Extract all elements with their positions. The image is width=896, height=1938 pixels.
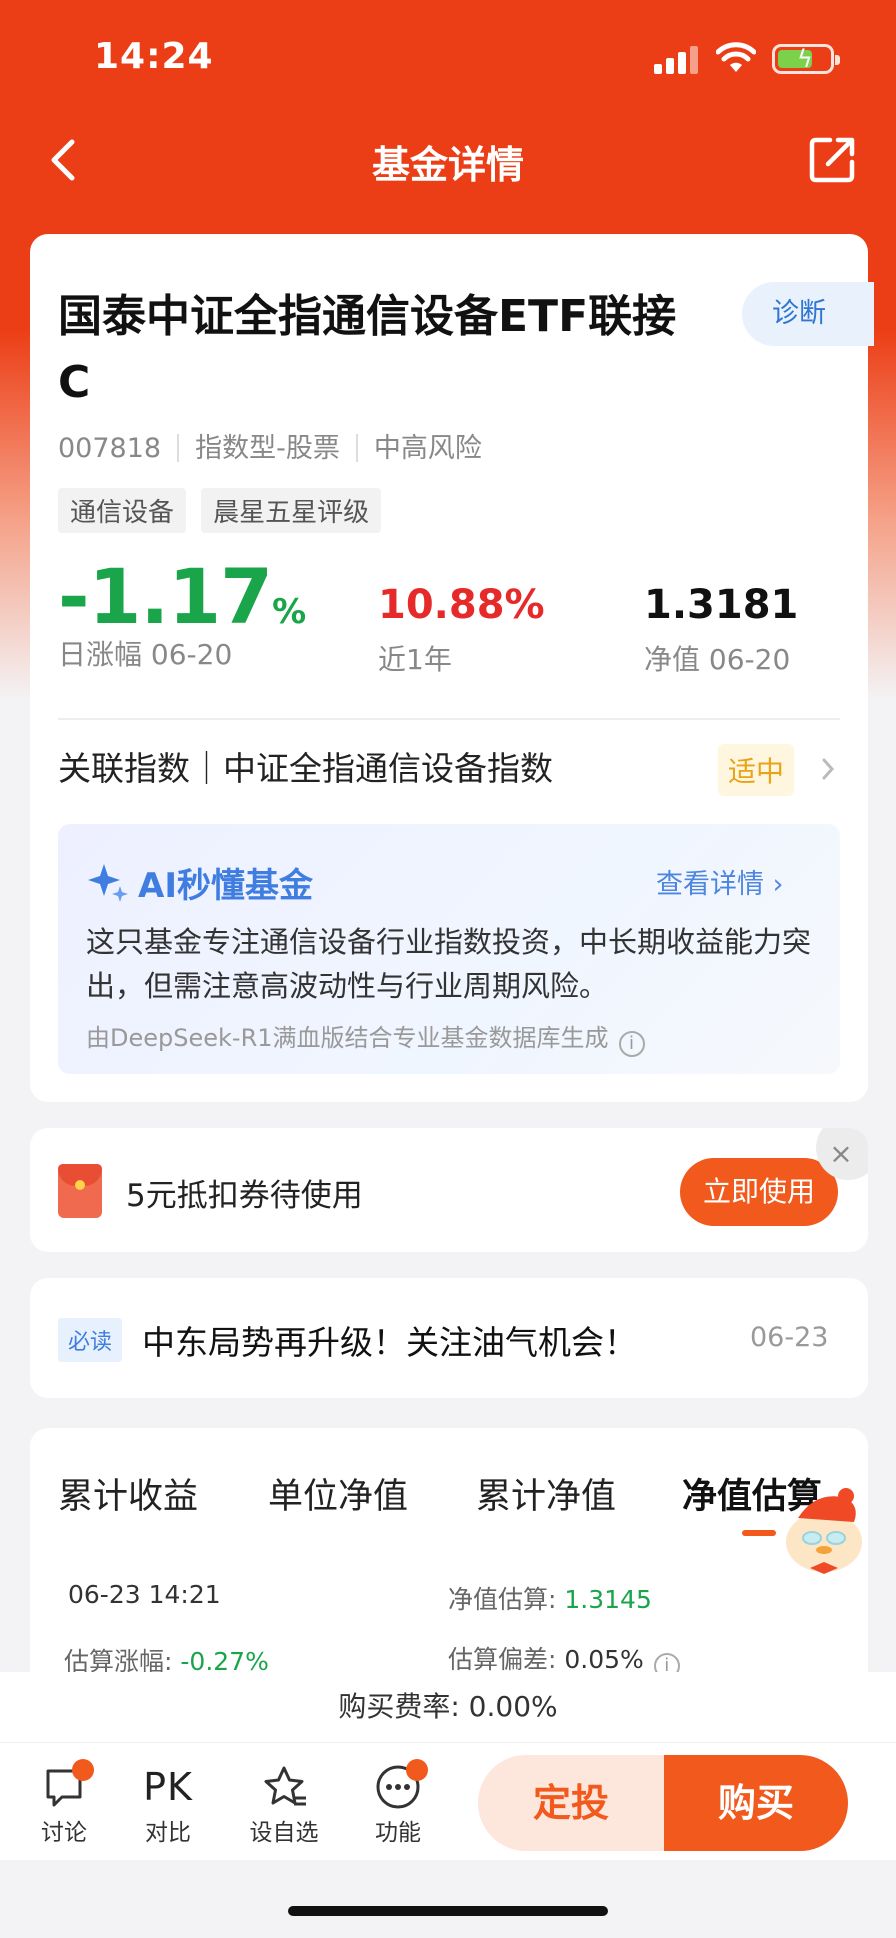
nav-label: 净值 06-20 — [644, 643, 791, 676]
must-read-badge: 必读 — [58, 1318, 123, 1362]
nav-value: 1.3181 — [644, 582, 799, 628]
chevron-right-icon[interactable] — [816, 754, 840, 784]
coupon-text: 5元抵扣券待使用 — [126, 1178, 363, 1214]
year-return-value: 10.88% — [378, 582, 545, 628]
index-valuation-badge: 适中 — [718, 744, 795, 796]
info-icon[interactable]: i — [618, 1031, 645, 1057]
tag-industry[interactable]: 通信设备 — [58, 488, 187, 533]
status-time: 14:24 — [94, 36, 214, 77]
add-watchlist-button[interactable]: 设自选 — [244, 1761, 324, 1847]
compare-button[interactable]: PK 对比 — [128, 1761, 208, 1847]
battery-icon: ϟ — [772, 44, 840, 74]
diagnose-button[interactable]: 诊断 — [742, 282, 874, 346]
mascot-assistant-icon[interactable] — [776, 1476, 874, 1586]
fund-type: 指数型-股票 — [195, 433, 340, 464]
daily-change-stat: -1.17% 日涨幅 06-20 — [58, 552, 306, 673]
red-envelope-icon — [58, 1164, 102, 1218]
cellular-signal-icon — [654, 44, 700, 74]
bottom-action-bar: 讨论 PK 对比 设自选 功能 定投 购买 — [0, 1742, 896, 1860]
tag-rating[interactable]: 晨星五星评级 — [201, 488, 382, 533]
fund-meta: 007818 指数型-股票 中高风险 — [58, 426, 482, 465]
divider — [58, 718, 840, 720]
wifi-icon — [716, 42, 756, 72]
news-date: 06-23 — [750, 1322, 829, 1353]
add-watchlist-label: 设自选 — [249, 1820, 319, 1846]
status-bar: 14:24 ϟ — [0, 0, 896, 120]
fund-code: 007818 — [58, 433, 162, 464]
ai-summary-text: 这只基金专注通信设备行业指数投资，中长期收益能力突出，但需注意高波动性与行业周期… — [86, 925, 812, 1003]
ai-source-note: 由DeepSeek-R1满血版结合专业基金数据库生成 i — [86, 1018, 645, 1057]
news-title[interactable]: 中东局势再升级！关注油气机会！ — [142, 1316, 637, 1364]
use-coupon-button[interactable]: 立即使用 — [680, 1158, 838, 1226]
home-indicator[interactable] — [288, 1906, 608, 1916]
related-index[interactable]: 关联指数｜中证全指通信设备指数 — [58, 742, 553, 790]
share-icon[interactable] — [806, 132, 860, 186]
functions-button[interactable]: 功能 — [358, 1759, 438, 1847]
cta-group: 定投 购买 — [478, 1755, 848, 1851]
coupon-card: 5元抵扣券待使用 立即使用 × — [30, 1128, 868, 1252]
notification-dot — [406, 1759, 428, 1781]
fund-tags: 通信设备 晨星五星评级 — [58, 488, 391, 533]
chevron-right-icon: › — [772, 869, 784, 900]
tab-cumulative-nav[interactable]: 累计净值 — [476, 1468, 616, 1519]
ai-view-details-link[interactable]: 查看详情 › — [656, 862, 783, 901]
page-title: 基金详情 — [371, 143, 524, 187]
compare-label: 对比 — [145, 1820, 191, 1846]
fixed-investment-button[interactable]: 定投 — [478, 1755, 664, 1851]
year-return-stat: 10.88% 近1年 — [378, 582, 545, 678]
fund-name: 国泰中证全指通信设备ETF联接C — [58, 291, 677, 408]
ai-title: AI秒懂基金 — [138, 866, 313, 906]
nav-bar: 基金详情 — [0, 120, 896, 200]
ai-summary-box: AI秒懂基金 查看详情 › 这只基金专注通信设备行业指数投资，中长期收益能力突出… — [58, 824, 840, 1074]
year-return-label: 近1年 — [378, 643, 452, 676]
pk-icon: PK — [143, 1765, 193, 1809]
notification-dot — [72, 1759, 94, 1781]
nav-stat: 1.3181 净值 06-20 — [644, 582, 798, 678]
tab-cumulative-return[interactable]: 累计收益 — [58, 1468, 198, 1519]
daily-change-value: -1.17% — [58, 552, 306, 641]
star-icon — [264, 1766, 306, 1806]
estimate-time: 06-23 14:21 — [68, 1580, 221, 1609]
functions-label: 功能 — [375, 1820, 421, 1846]
discuss-label: 讨论 — [41, 1820, 87, 1846]
active-tab-indicator — [742, 1530, 776, 1536]
estimate-value: 净值估算: 1.3145 — [448, 1585, 652, 1614]
fund-summary-card: 国泰中证全指通信设备ETF联接C 诊断 007818 指数型-股票 中高风险 通信设… — [30, 234, 874, 1102]
discuss-button[interactable]: 讨论 — [24, 1759, 104, 1847]
sparkle-icon — [88, 864, 128, 902]
news-card[interactable]: 必读 中东局势再升级！关注油气机会！ 06-23 — [30, 1278, 868, 1398]
fund-risk: 中高风险 — [373, 433, 482, 464]
purchase-fee-bar: 购买费率: 0.00% — [0, 1672, 896, 1742]
tab-unit-nav[interactable]: 单位净值 — [268, 1468, 408, 1519]
buy-button[interactable]: 购买 — [664, 1755, 848, 1851]
